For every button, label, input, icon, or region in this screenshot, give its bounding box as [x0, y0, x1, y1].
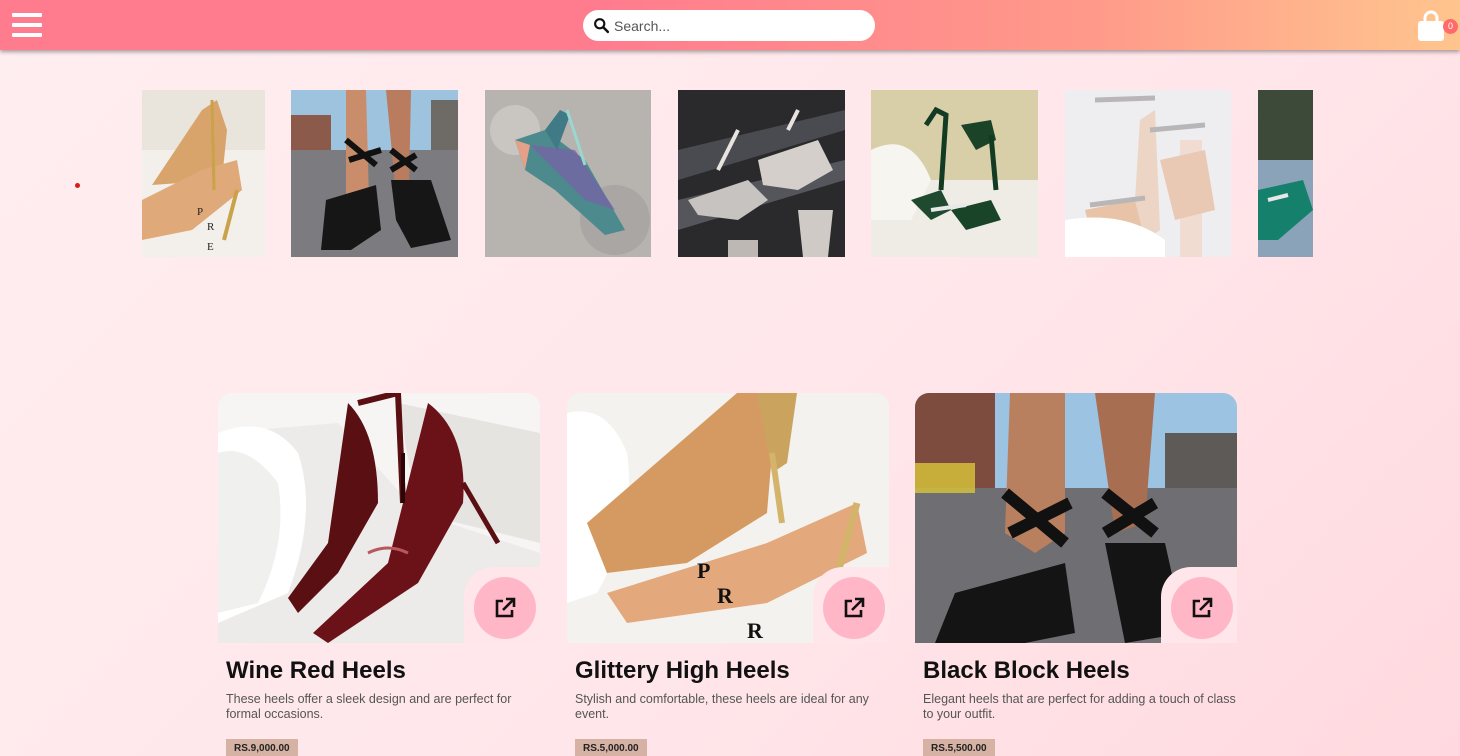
carousel-slide-teal-satin-heel[interactable] — [1258, 90, 1313, 257]
product-image[interactable] — [915, 393, 1237, 643]
external-link-icon — [844, 597, 865, 618]
menu-line — [12, 13, 42, 17]
svg-text:R: R — [717, 583, 734, 608]
decorative-dot — [75, 183, 80, 188]
search-bar — [583, 10, 875, 41]
search-icon — [594, 18, 610, 34]
open-product-button[interactable] — [1171, 577, 1233, 639]
product-image[interactable]: P R R — [567, 393, 889, 643]
carousel-slide-green-jeweled-sandals[interactable] — [871, 90, 1038, 257]
carousel-slide-multicolor-glitter-pump[interactable] — [485, 90, 651, 257]
menu-line — [12, 23, 42, 27]
open-product-button[interactable] — [474, 577, 536, 639]
top-navbar: 0 — [0, 0, 1460, 50]
hamburger-menu-icon[interactable] — [12, 12, 42, 38]
product-price: RS.5,000.00 — [575, 739, 647, 756]
menu-line — [12, 33, 42, 37]
product-price: RS.5,500.00 — [923, 739, 995, 756]
product-description: These heels offer a sleek design and are… — [226, 692, 512, 721]
svg-text:R: R — [747, 618, 764, 643]
search-input[interactable] — [614, 17, 854, 34]
image-carousel: P R E — [142, 90, 1313, 257]
shopping-bag-icon[interactable] — [1416, 10, 1446, 42]
product-price: RS.9,000.00 — [226, 739, 298, 756]
svg-text:R: R — [207, 221, 215, 233]
product-description: Stylish and comfortable, these heels are… — [575, 692, 869, 721]
svg-text:E: E — [207, 241, 214, 253]
carousel-slide-nude-crystal-heels[interactable] — [1065, 90, 1231, 257]
cart-count-badge: 0 — [1443, 19, 1458, 34]
external-link-icon — [495, 597, 516, 618]
product-card: Wine Red Heels These heels offer a sleek… — [218, 393, 540, 756]
product-image[interactable] — [218, 393, 540, 643]
svg-text:P: P — [197, 206, 203, 218]
svg-text:P: P — [697, 558, 710, 583]
carousel-slide-black-lace-up-heels[interactable] — [291, 90, 458, 257]
open-product-button[interactable] — [823, 577, 885, 639]
carousel-slide-gold-glitter-heel[interactable]: P R E — [142, 90, 265, 257]
product-title: Wine Red Heels — [226, 657, 406, 684]
product-title: Glittery High Heels — [575, 657, 790, 684]
carousel-slide-crystal-sandals[interactable] — [678, 90, 845, 257]
product-title: Black Block Heels — [923, 657, 1130, 684]
external-link-icon — [1192, 597, 1213, 618]
product-card: Black Block Heels Elegant heels that are… — [915, 393, 1237, 756]
product-description: Elegant heels that are perfect for addin… — [923, 692, 1236, 721]
product-card: P R R Glittery High Heels Stylish and co… — [567, 393, 889, 756]
